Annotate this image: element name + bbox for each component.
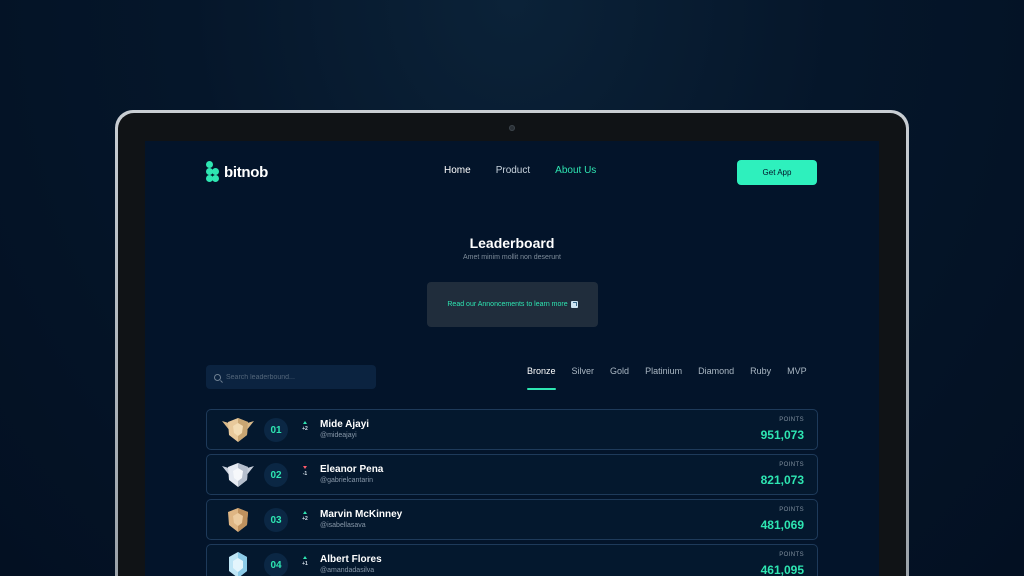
rank-change-value: +2 (302, 426, 308, 432)
gold-winged-shield-icon (222, 418, 254, 442)
logo-icon (206, 161, 220, 183)
brand-name: bitnob (224, 163, 269, 181)
tier-tabs: Bronze Silver Gold Platinium Diamond Rub… (527, 366, 807, 390)
rank-number: 01 (264, 418, 288, 442)
nav-link-about-us[interactable]: About Us (555, 165, 596, 176)
brand-logo[interactable]: bitnob (206, 159, 268, 185)
external-link-icon (570, 301, 578, 308)
tab-ruby[interactable]: Ruby (750, 366, 771, 388)
tab-diamond[interactable]: Diamond (698, 366, 734, 388)
rank-change: +2 (300, 511, 310, 522)
player-handle: @amandadasilva (320, 567, 375, 574)
leaderboard-list: 01 +2 Mide Ajayi @mideajayi POINTS 951,0… (206, 409, 818, 576)
player-name: Mide Ajayi (320, 419, 370, 430)
points-label: POINTS (779, 507, 804, 513)
leaderboard-row[interactable]: 03 +2 Marvin McKinney @isabellasava POIN… (206, 499, 818, 540)
player-name: Marvin McKinney (320, 509, 403, 520)
player-name: Eleanor Pena (320, 464, 384, 475)
tab-mvp[interactable]: MVP (787, 366, 807, 388)
app-screen: bitnob Home Product About Us Get App Lea… (145, 141, 879, 576)
leaderboard-search[interactable] (206, 365, 376, 389)
top-nav: bitnob Home Product About Us Get App (145, 159, 879, 185)
points-label: POINTS (779, 462, 804, 468)
search-input[interactable] (226, 373, 366, 381)
points-label: POINTS (779, 552, 804, 558)
silver-winged-shield-icon (222, 463, 254, 487)
rank-change: +2 (300, 421, 310, 432)
leaderboard-row[interactable]: 01 +2 Mide Ajayi @mideajayi POINTS 951,0… (206, 409, 818, 450)
nav-link-home[interactable]: Home (444, 165, 471, 176)
player-handle: @gabrielcantarin (320, 477, 374, 484)
bronze-shield-icon (228, 508, 248, 532)
announcement-text: Read our Annoncements to learn more (447, 301, 568, 308)
rank-number: 02 (264, 463, 288, 487)
points-value: 461,095 (760, 563, 804, 576)
get-app-button[interactable]: Get App (737, 160, 817, 185)
tab-silver[interactable]: Silver (572, 366, 595, 388)
arrow-up-icon (303, 421, 307, 424)
tab-bronze[interactable]: Bronze (527, 366, 556, 390)
rank-change-value: +1 (302, 561, 308, 567)
points-value: 481,069 (760, 518, 804, 532)
search-icon (214, 373, 221, 381)
points-value: 951,073 (760, 428, 804, 442)
arrow-down-icon (303, 466, 307, 469)
arrow-up-icon (303, 556, 307, 559)
diamond-shield-icon (229, 552, 247, 576)
nav-link-product[interactable]: Product (496, 165, 530, 176)
rank-number: 04 (264, 553, 288, 576)
nav-links: Home Product About Us (444, 165, 596, 176)
player-handle: @isabellasava (320, 522, 366, 529)
leaderboard-row[interactable]: 02 -1 Eleanor Pena @gabrielcantarin POIN… (206, 454, 818, 495)
rank-change: -1 (300, 466, 310, 477)
announcement-banner[interactable]: Read our Annoncements to learn more (427, 282, 598, 327)
player-name: Albert Flores (320, 554, 382, 565)
page-subtitle: Amet minim mollit non deserunt (462, 254, 562, 261)
camera-icon (509, 125, 515, 131)
rank-change-value: -1 (302, 471, 308, 477)
page-title: Leaderboard (469, 235, 555, 251)
player-handle: @mideajayi (320, 432, 357, 439)
laptop-bezel: bitnob Home Product About Us Get App Lea… (118, 113, 906, 576)
tab-gold[interactable]: Gold (610, 366, 629, 388)
points-label: POINTS (779, 417, 804, 423)
rank-number: 03 (264, 508, 288, 532)
rank-change: +1 (300, 556, 310, 567)
points-value: 821,073 (760, 473, 804, 487)
leaderboard-row[interactable]: 04 +1 Albert Flores @amandadasilva POINT… (206, 544, 818, 576)
laptop-frame: bitnob Home Product About Us Get App Lea… (115, 110, 909, 576)
arrow-up-icon (303, 511, 307, 514)
tab-platinium[interactable]: Platinium (645, 366, 682, 388)
rank-change-value: +2 (302, 516, 308, 522)
